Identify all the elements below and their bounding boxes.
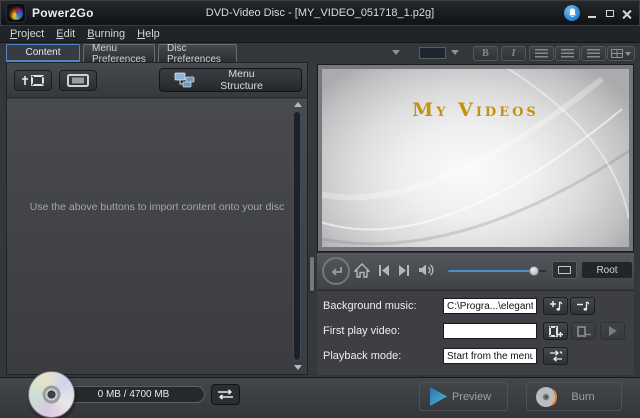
menu-background-art bbox=[322, 69, 629, 247]
menu-structure-label: Menu Structure bbox=[206, 68, 301, 92]
bold-button[interactable]: B bbox=[473, 46, 498, 61]
playback-mode-button[interactable] bbox=[543, 347, 568, 365]
enter-button[interactable] bbox=[322, 257, 350, 285]
volume-slider-thumb[interactable] bbox=[529, 266, 539, 276]
scrollbar-track[interactable] bbox=[293, 111, 301, 361]
preview-play-icon bbox=[428, 387, 448, 406]
volume-icon bbox=[418, 263, 435, 277]
menu-settings-area: Background music: First play video: bbox=[317, 290, 634, 375]
minimize-button[interactable] bbox=[585, 7, 599, 20]
align-left-button[interactable] bbox=[529, 46, 554, 61]
tab-menu-preferences[interactable]: Menu Preferences bbox=[83, 44, 155, 62]
font-size-box[interactable] bbox=[419, 47, 446, 59]
volume-slider[interactable] bbox=[448, 265, 546, 277]
previous-icon bbox=[378, 265, 390, 276]
splitter-grip[interactable] bbox=[310, 257, 314, 291]
add-video-icon bbox=[20, 74, 46, 87]
menu-structure-button[interactable]: Menu Structure bbox=[159, 68, 302, 92]
playback-mode-label: Playback mode: bbox=[323, 350, 401, 362]
add-music-icon bbox=[549, 300, 563, 312]
change-disc-button[interactable] bbox=[211, 384, 240, 405]
align-center-icon bbox=[561, 49, 574, 58]
swap-arrows-icon bbox=[217, 389, 234, 400]
playback-mode-input[interactable] bbox=[443, 348, 537, 364]
scroll-down-icon[interactable] bbox=[294, 365, 302, 370]
content-toolbar: Menu Structure bbox=[7, 63, 307, 98]
menu-project[interactable]: Project bbox=[10, 28, 44, 40]
screen-icon bbox=[558, 266, 571, 274]
align-center-button[interactable] bbox=[555, 46, 580, 61]
background-music-input[interactable] bbox=[443, 298, 537, 314]
burn-button-label: Burn bbox=[557, 391, 621, 403]
previous-button[interactable] bbox=[378, 265, 390, 276]
player-bar: Root bbox=[317, 252, 634, 289]
root-button[interactable]: Root bbox=[582, 262, 632, 278]
maximize-button[interactable] bbox=[603, 7, 617, 20]
first-play-video-label: First play video: bbox=[323, 325, 400, 337]
window-title: DVD-Video Disc - [MY_VIDEO_051718_1.p2g] bbox=[0, 7, 640, 19]
status-bar: 0 MB / 4700 MB Preview Burn bbox=[0, 377, 640, 417]
disc-icon bbox=[28, 371, 75, 418]
menu-help[interactable]: Help bbox=[137, 28, 160, 40]
background-music-label: Background music: bbox=[323, 300, 417, 312]
burn-disc-icon bbox=[535, 386, 557, 408]
first-play-video-input[interactable] bbox=[443, 323, 537, 339]
menu-preview-frame: My Videos bbox=[317, 64, 634, 252]
menu-title-text[interactable]: My Videos bbox=[322, 99, 629, 121]
text-layout-button[interactable] bbox=[607, 46, 635, 61]
playback-mode-icon bbox=[549, 350, 563, 362]
tab-content[interactable]: Content bbox=[6, 44, 80, 62]
preview-button-label: Preview bbox=[448, 391, 507, 403]
add-first-play-video-button[interactable] bbox=[543, 322, 568, 340]
next-icon bbox=[398, 265, 410, 276]
play-icon bbox=[608, 326, 617, 336]
add-film-icon bbox=[548, 325, 563, 338]
layout-grid-icon bbox=[611, 49, 623, 58]
menu-bar: Project Edit Burning Help bbox=[0, 26, 640, 43]
disc-capacity-meter: 0 MB / 4700 MB bbox=[62, 386, 205, 403]
align-left-icon bbox=[535, 49, 548, 58]
chevron-down-icon bbox=[392, 50, 400, 55]
italic-button[interactable]: I bbox=[501, 46, 526, 61]
chevron-down-icon bbox=[451, 50, 459, 55]
chevron-down-icon bbox=[625, 52, 631, 56]
preview-button[interactable]: Preview bbox=[419, 382, 508, 411]
remove-first-play-video-button[interactable] bbox=[571, 322, 596, 340]
add-video-button[interactable] bbox=[14, 70, 52, 91]
menu-edit[interactable]: Edit bbox=[56, 28, 75, 40]
remove-music-icon bbox=[576, 300, 590, 312]
font-size-dropdown[interactable] bbox=[451, 50, 459, 55]
tab-strip: Content Menu Preferences Disc Preference… bbox=[6, 44, 237, 62]
enter-arrow-icon bbox=[330, 266, 343, 277]
content-panel: Menu Structure Use the above buttons to … bbox=[6, 62, 308, 375]
play-first-play-video-button[interactable] bbox=[600, 322, 625, 340]
menu-structure-icon bbox=[174, 72, 196, 88]
mute-button[interactable] bbox=[418, 263, 435, 277]
tab-disc-preferences[interactable]: Disc Preferences bbox=[158, 44, 237, 62]
home-button[interactable] bbox=[354, 263, 370, 278]
remove-music-button[interactable] bbox=[570, 297, 595, 315]
panel-splitter[interactable] bbox=[308, 62, 316, 375]
disc-content-area: Use the above buttons to import content … bbox=[7, 99, 307, 374]
close-button[interactable] bbox=[620, 7, 634, 20]
widescreen-icon bbox=[67, 74, 89, 87]
align-right-button[interactable] bbox=[581, 46, 606, 61]
burn-button[interactable]: Burn bbox=[526, 382, 622, 411]
home-icon bbox=[354, 263, 370, 278]
tv-safe-zone-button[interactable] bbox=[552, 261, 577, 279]
title-bar: Power2Go DVD-Video Disc - [MY_VIDEO_0517… bbox=[0, 0, 640, 26]
font-dropdown[interactable] bbox=[392, 50, 400, 55]
notification-bell-icon[interactable] bbox=[564, 5, 580, 21]
next-button[interactable] bbox=[398, 265, 410, 276]
empty-content-message: Use the above buttons to import content … bbox=[7, 201, 307, 213]
menu-burning[interactable]: Burning bbox=[87, 28, 125, 40]
remove-film-icon bbox=[576, 325, 591, 338]
menu-preview: My Videos bbox=[322, 69, 629, 247]
scroll-up-icon[interactable] bbox=[294, 102, 302, 107]
align-right-icon bbox=[587, 49, 600, 58]
add-music-button[interactable] bbox=[543, 297, 568, 315]
create-menu-button[interactable] bbox=[59, 70, 97, 91]
content-scrollbar[interactable] bbox=[291, 100, 304, 372]
